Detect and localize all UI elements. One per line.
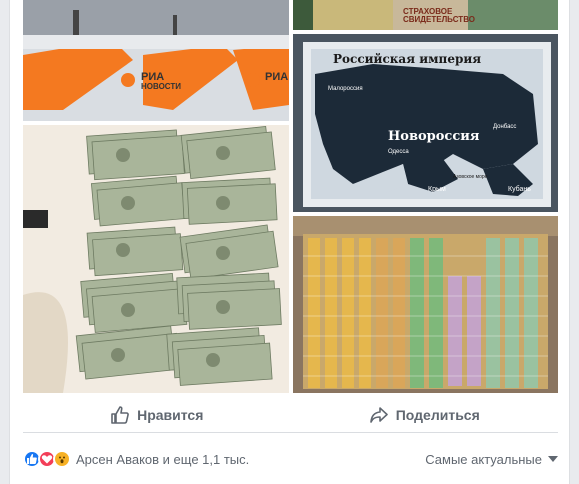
like-label: Нравится — [137, 406, 204, 423]
share-button[interactable]: Поделиться — [291, 397, 559, 432]
reactions-summary[interactable]: Арсен Аваков и еще 1,1 тыс. — [23, 450, 249, 468]
wow-reaction-icon — [53, 450, 71, 468]
reactions-footer: Арсен Аваков и еще 1,1 тыс. Самые актуал… — [23, 445, 558, 473]
photo-novorossiya-map[interactable]: Российская империя Новороссия Малороссия… — [293, 34, 558, 212]
share-label: Поделиться — [395, 406, 480, 423]
comment-sort-dropdown[interactable]: Самые актуальные — [425, 452, 558, 467]
ria-logo-text: РИА НОВОСТИ — [141, 71, 182, 92]
photo-dollar-bills[interactable] — [23, 125, 289, 393]
photo-certificate[interactable]: СТРАХОВОЕ СВИДЕТЕЛЬСТВО — [293, 0, 558, 30]
map-label-kuban: Кубань — [508, 186, 531, 193]
photo-mixed-currency[interactable] — [293, 216, 558, 393]
post-action-bar: Нравится Поделиться — [23, 397, 558, 433]
ria-logo-text-2: РИА — [265, 71, 289, 83]
like-button[interactable]: Нравится — [23, 397, 291, 432]
photo-press-conference[interactable]: РИА НОВОСТИ РИА — [23, 0, 289, 121]
map-label-azov: Азовское море — [453, 174, 488, 180]
map-title: Российская империя — [333, 52, 482, 66]
map-label-donbass: Донбасс — [493, 124, 517, 130]
sort-label: Самые актуальные — [425, 451, 542, 467]
chevron-down-icon — [548, 456, 558, 462]
map-label-odessa: Одесса — [388, 149, 409, 155]
certificate-text: СТРАХОВОЕ СВИДЕТЕЛЬСТВО — [403, 7, 475, 24]
thumbs-up-icon — [111, 405, 129, 424]
post-card: РИА НОВОСТИ РИА СТРАХОВОЕ СВИДЕТЕЛЬСТВО — [9, 0, 570, 484]
share-arrow-icon — [369, 406, 388, 423]
reactions-count-text: Арсен Аваков и еще 1,1 тыс. — [76, 451, 250, 467]
map-label-malorossiya: Малороссия — [328, 86, 363, 92]
map-label-crimea: Крым — [428, 186, 446, 193]
map-region-label: Новороссия — [388, 129, 480, 144]
